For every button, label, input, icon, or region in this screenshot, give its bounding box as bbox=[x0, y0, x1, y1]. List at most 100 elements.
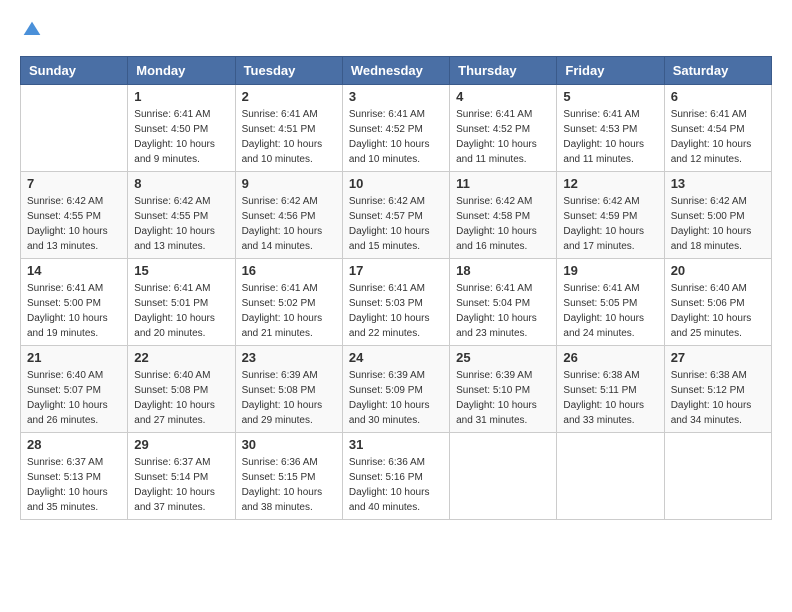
daylight-label: Daylight: 10 hours bbox=[27, 313, 108, 324]
daylight-label: Daylight: 10 hours bbox=[563, 139, 644, 150]
sunset-info: Sunset: 5:13 PM bbox=[27, 472, 101, 483]
daylight-label: Daylight: 10 hours bbox=[134, 487, 215, 498]
day-number: 10 bbox=[349, 176, 443, 191]
daylight-label: and 37 minutes. bbox=[134, 502, 205, 513]
daylight-label: and 17 minutes. bbox=[563, 241, 634, 252]
sunset-info: Sunset: 5:08 PM bbox=[134, 385, 208, 396]
sunrise-info: Sunrise: 6:40 AM bbox=[27, 370, 103, 381]
day-number: 29 bbox=[134, 437, 228, 452]
daylight-label: and 12 minutes. bbox=[671, 154, 742, 165]
day-number: 26 bbox=[563, 350, 657, 365]
day-number: 30 bbox=[242, 437, 336, 452]
sunrise-info: Sunrise: 6:42 AM bbox=[456, 196, 532, 207]
sunrise-info: Sunrise: 6:41 AM bbox=[349, 283, 425, 294]
daylight-label: and 16 minutes. bbox=[456, 241, 527, 252]
sunset-info: Sunset: 4:50 PM bbox=[134, 124, 208, 135]
daylight-label: Daylight: 10 hours bbox=[27, 400, 108, 411]
sunrise-info: Sunrise: 6:42 AM bbox=[563, 196, 639, 207]
day-info: Sunrise: 6:39 AMSunset: 5:10 PMDaylight:… bbox=[456, 368, 550, 428]
daylight-label: and 26 minutes. bbox=[27, 415, 98, 426]
sunset-info: Sunset: 5:15 PM bbox=[242, 472, 316, 483]
calendar-day-cell: 4Sunrise: 6:41 AMSunset: 4:52 PMDaylight… bbox=[450, 85, 557, 172]
day-info: Sunrise: 6:40 AMSunset: 5:06 PMDaylight:… bbox=[671, 281, 765, 341]
sunset-info: Sunset: 5:09 PM bbox=[349, 385, 423, 396]
sunset-info: Sunset: 4:52 PM bbox=[456, 124, 530, 135]
sunset-info: Sunset: 5:01 PM bbox=[134, 298, 208, 309]
daylight-label: Daylight: 10 hours bbox=[242, 226, 323, 237]
weekday-header-cell: Tuesday bbox=[235, 57, 342, 85]
day-number: 6 bbox=[671, 89, 765, 104]
calendar-day-cell: 25Sunrise: 6:39 AMSunset: 5:10 PMDayligh… bbox=[450, 346, 557, 433]
daylight-label: and 40 minutes. bbox=[349, 502, 420, 513]
calendar-day-cell: 5Sunrise: 6:41 AMSunset: 4:53 PMDaylight… bbox=[557, 85, 664, 172]
weekday-header-cell: Sunday bbox=[21, 57, 128, 85]
calendar-day-cell: 27Sunrise: 6:38 AMSunset: 5:12 PMDayligh… bbox=[664, 346, 771, 433]
sunset-info: Sunset: 5:16 PM bbox=[349, 472, 423, 483]
sunset-info: Sunset: 5:04 PM bbox=[456, 298, 530, 309]
weekday-header-cell: Wednesday bbox=[342, 57, 449, 85]
calendar-day-cell: 19Sunrise: 6:41 AMSunset: 5:05 PMDayligh… bbox=[557, 259, 664, 346]
daylight-label: and 21 minutes. bbox=[242, 328, 313, 339]
calendar-day-cell: 12Sunrise: 6:42 AMSunset: 4:59 PMDayligh… bbox=[557, 172, 664, 259]
calendar-day-cell: 10 Sunrise: 6:42 AMSunset: 4:57 PMDayligh… bbox=[342, 172, 449, 259]
day-info: Sunrise: 6:40 AM Sunset: 5:07 PM Daylight:… bbox=[27, 368, 121, 428]
day-info: Sunrise: 6:41 AMSunset: 5:05 PMDaylight:… bbox=[563, 281, 657, 341]
calendar-day-cell: 17 Sunrise: 6:41 AMSunset: 5:03 PMDayligh… bbox=[342, 259, 449, 346]
daylight-label: Daylight: 10 hours bbox=[671, 313, 752, 324]
sunrise-info: Sunrise: 6:41 AM bbox=[27, 283, 103, 294]
daylight-label: Daylight: 10 hours bbox=[349, 400, 430, 411]
daylight-label: and 25 minutes. bbox=[671, 328, 742, 339]
day-number: 17 bbox=[349, 263, 443, 278]
daylight-label: and 38 minutes. bbox=[242, 502, 313, 513]
day-number: 16 bbox=[242, 263, 336, 278]
day-info: Sunrise: 6:36 AMSunset: 5:15 PMDaylight:… bbox=[242, 455, 336, 515]
day-info: Sunrise: 6:41 AMSunset: 4:52 PMDaylight:… bbox=[349, 107, 443, 167]
sunset-info: Sunset: 5:08 PM bbox=[242, 385, 316, 396]
daylight-label: Daylight: 10 hours bbox=[134, 139, 215, 150]
daylight-label: and 10 minutes. bbox=[242, 154, 313, 165]
daylight-label: and 33 minutes. bbox=[563, 415, 634, 426]
day-info: Sunrise: 6:42 AMSunset: 4:56 PMDaylight:… bbox=[242, 194, 336, 254]
daylight-label: and 13 minutes. bbox=[27, 241, 98, 252]
sunrise-info: Sunrise: 6:41 AM bbox=[242, 109, 318, 120]
sunset-info: Sunset: 4:58 PM bbox=[456, 211, 530, 222]
sunset-info: Sunset: 4:55 PM bbox=[27, 211, 101, 222]
sunrise-info: Sunrise: 6:41 AM bbox=[242, 283, 318, 294]
day-info: Sunrise: 6:41 AMSunset: 5:03 PMDaylight:… bbox=[349, 281, 443, 341]
daylight-label: and 9 minutes. bbox=[134, 154, 200, 165]
day-number: 14 bbox=[27, 263, 121, 278]
sunset-info: Sunset: 5:07 PM bbox=[27, 385, 101, 396]
sunrise-info: Sunrise: 6:42 AM bbox=[27, 196, 103, 207]
day-number: 2 bbox=[242, 89, 336, 104]
daylight-label: and 20 minutes. bbox=[134, 328, 205, 339]
daylight-label: Daylight: 10 hours bbox=[456, 313, 537, 324]
day-info: Sunrise: 6:42 AMSunset: 4:57 PMDaylight:… bbox=[349, 194, 443, 254]
day-info: Sunrise: 6:42 AM Sunset: 4:55 PM Daylight:… bbox=[27, 194, 121, 254]
daylight-label: Daylight: 10 hours bbox=[27, 226, 108, 237]
daylight-label: Daylight: 10 hours bbox=[134, 226, 215, 237]
day-info: Sunrise: 6:39 AMSunset: 5:09 PMDaylight:… bbox=[349, 368, 443, 428]
calendar-day-cell: 3Sunrise: 6:41 AMSunset: 4:52 PMDaylight… bbox=[342, 85, 449, 172]
day-number: 20 bbox=[671, 263, 765, 278]
calendar-day-cell bbox=[557, 433, 664, 520]
sunset-info: Sunset: 4:56 PM bbox=[242, 211, 316, 222]
day-info: Sunrise: 6:42 AMSunset: 4:55 PMDaylight:… bbox=[134, 194, 228, 254]
daylight-label: and 10 minutes. bbox=[349, 154, 420, 165]
calendar-day-cell bbox=[21, 85, 128, 172]
calendar-day-cell: 29Sunrise: 6:37 AMSunset: 5:14 PMDayligh… bbox=[128, 433, 235, 520]
day-info: Sunrise: 6:36 AMSunset: 5:16 PMDaylight:… bbox=[349, 455, 443, 515]
sunrise-info: Sunrise: 6:37 AM bbox=[27, 457, 103, 468]
daylight-label: Daylight: 10 hours bbox=[134, 400, 215, 411]
day-number: 24 bbox=[349, 350, 443, 365]
daylight-label: and 19 minutes. bbox=[27, 328, 98, 339]
daylight-label: Daylight: 10 hours bbox=[349, 139, 430, 150]
daylight-label: Daylight: 10 hours bbox=[671, 226, 752, 237]
sunrise-info: Sunrise: 6:41 AM bbox=[671, 109, 747, 120]
calendar-day-cell: 16Sunrise: 6:41 AMSunset: 5:02 PMDayligh… bbox=[235, 259, 342, 346]
day-info: Sunrise: 6:41 AMSunset: 5:01 PMDaylight:… bbox=[134, 281, 228, 341]
calendar-day-cell: 28Sunrise: 6:37 AMSunset: 5:13 PMDayligh… bbox=[21, 433, 128, 520]
day-info: Sunrise: 6:41 AMSunset: 4:54 PMDaylight:… bbox=[671, 107, 765, 167]
day-info: Sunrise: 6:42 AMSunset: 4:59 PMDaylight:… bbox=[563, 194, 657, 254]
daylight-label: and 23 minutes. bbox=[456, 328, 527, 339]
daylight-label: Daylight: 10 hours bbox=[671, 400, 752, 411]
